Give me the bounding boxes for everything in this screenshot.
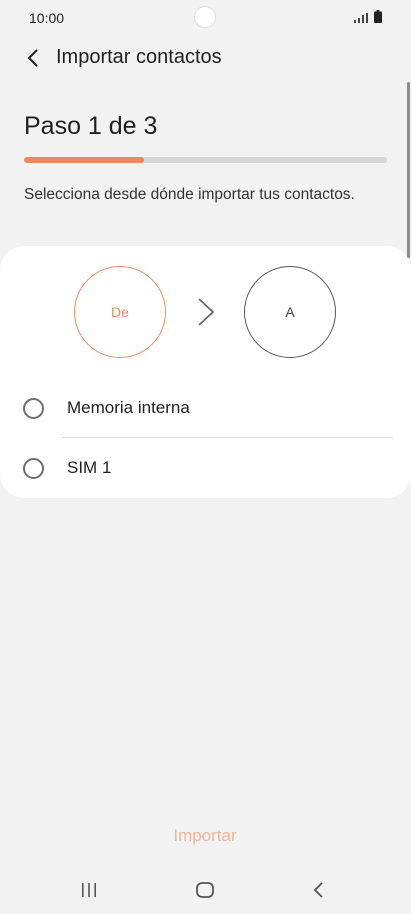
instruction-text: Selecciona desde dónde importar tus cont… — [24, 186, 355, 203]
battery-icon — [374, 10, 382, 23]
back-button[interactable] — [20, 45, 46, 71]
status-time: 10:00 — [29, 10, 65, 26]
screen: 10:00 Importar contactos Paso 1 de 3 Sel… — [0, 0, 411, 914]
from-label: De — [111, 304, 129, 320]
import-button[interactable]: Importar — [150, 826, 260, 852]
navigation-bar — [0, 866, 411, 914]
page-title: Importar contactos — [56, 46, 222, 68]
to-label: A — [285, 304, 295, 320]
radio-button[interactable] — [23, 398, 44, 419]
step-progress-fill — [24, 157, 144, 163]
option-internal-memory[interactable]: Memoria interna — [0, 379, 411, 437]
status-bar: 10:00 — [0, 0, 411, 36]
from-circle: De — [74, 266, 166, 358]
chevron-right-icon — [198, 298, 215, 326]
back-icon[interactable] — [311, 880, 327, 900]
source-selection-card: De A Memoria interna SIM 1 — [0, 246, 411, 498]
chevron-left-icon — [27, 49, 38, 67]
radio-button[interactable] — [23, 458, 44, 479]
divider — [62, 437, 393, 438]
step-progress-bar — [24, 157, 387, 163]
signal-icon — [354, 13, 368, 23]
recent-apps-icon[interactable] — [80, 881, 98, 899]
app-bar: Importar contactos — [0, 38, 411, 78]
camera-cutout — [194, 6, 216, 28]
home-icon[interactable] — [195, 881, 215, 899]
option-label: SIM 1 — [67, 458, 112, 477]
scrollbar[interactable] — [407, 82, 410, 258]
option-label: Memoria interna — [67, 398, 190, 417]
to-circle: A — [244, 266, 336, 358]
option-sim-1[interactable]: SIM 1 — [0, 439, 411, 497]
step-title: Paso 1 de 3 — [24, 112, 158, 140]
